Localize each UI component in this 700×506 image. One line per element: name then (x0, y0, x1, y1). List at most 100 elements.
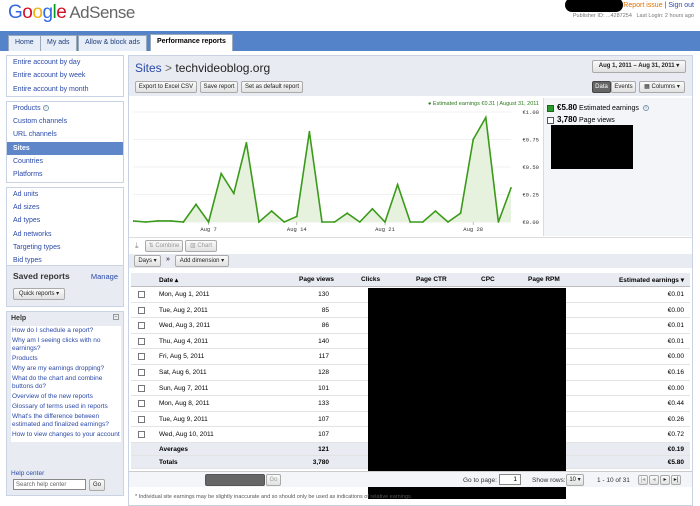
export-csv-button[interactable]: Export to Excel CSV (135, 81, 197, 93)
product-name: AdSense (69, 3, 135, 22)
earnings-chart[interactable]: €1.00 €0.75 €0.50 €0.25 €0.00 Aug 7 Aug 14 Aug … (133, 98, 543, 236)
sidebar-item-entire-account-month[interactable]: Entire account by month (7, 83, 123, 96)
sidebar-item-countries[interactable]: Countries (7, 155, 123, 168)
y-tick-label: €0.25 (522, 192, 539, 199)
save-report-button[interactable]: Save report (200, 81, 238, 93)
rows-per-page-dropdown[interactable]: 10 ▾ (566, 474, 584, 486)
manage-link[interactable]: Manage (91, 272, 118, 281)
row-checkbox[interactable] (138, 431, 145, 439)
help-link[interactable]: What's the difference between estimated … (12, 413, 120, 429)
cell-earnings: €0.16 (667, 368, 684, 376)
breadcrumb-separator: > (165, 61, 173, 75)
redaction-mark (368, 288, 566, 499)
tab-home[interactable]: Home (8, 35, 41, 51)
page-number-input[interactable]: 1 (499, 474, 521, 485)
sidebar-item-url-channels[interactable]: URL channels (7, 128, 123, 141)
show-rows-label: Show rows: (532, 477, 566, 484)
columns-dropdown[interactable]: ▦ Columns ▾ (639, 81, 685, 93)
data-point (258, 221, 260, 223)
sidebar-item-products[interactable]: Products? (7, 102, 123, 115)
sign-out-link[interactable]: Sign out (668, 2, 694, 9)
report-issue-link[interactable]: Report issue (623, 2, 662, 9)
help-link[interactable]: Glossary of terms used in reports (12, 403, 120, 411)
last-page-icon[interactable]: ▸| (671, 475, 681, 485)
column-header-cpc[interactable]: CPC (481, 276, 495, 283)
data-point (220, 172, 223, 175)
chevron-down-icon: ▾ (676, 84, 680, 90)
column-header-date[interactable]: Date ▴ (159, 276, 178, 284)
chart-type-icon: ⤓ (135, 241, 139, 250)
help-go-button[interactable]: Go (89, 479, 105, 491)
breadcrumb-sites[interactable]: Sites (135, 61, 162, 75)
cell-page-views: 101 (318, 384, 329, 392)
sidebar-item-sites[interactable]: Sites (7, 141, 123, 156)
set-default-report-button[interactable]: Set as default report (241, 81, 303, 93)
sidebar-item-ad-units[interactable]: Ad units (7, 188, 123, 201)
checkbox-checked-icon[interactable] (547, 104, 554, 112)
help-link[interactable]: Why am I seeing clicks with no earnings? (12, 337, 120, 353)
sidebar-item-ad-sizes[interactable]: Ad sizes (7, 201, 123, 214)
chart-button[interactable]: ▥ Chart (185, 240, 217, 252)
events-toggle-button[interactable]: Events (611, 81, 636, 93)
help-link[interactable]: Overview of the new reports (12, 393, 120, 401)
collapse-icon[interactable]: − (113, 314, 119, 320)
column-header-clicks[interactable]: Clicks (361, 276, 380, 283)
chevron-down-icon: ▾ (56, 291, 60, 297)
checkbox-icon[interactable] (547, 116, 554, 124)
row-checkbox[interactable] (138, 322, 145, 330)
row-checkbox[interactable] (138, 384, 145, 392)
row-checkbox[interactable] (138, 291, 145, 298)
add-dimension-dropdown[interactable]: Add dimension ▾ (175, 255, 229, 267)
cell-earnings: €0.01 (667, 291, 684, 298)
sidebar-group-account: Entire account by day Entire account by … (6, 55, 124, 97)
sidebar-item-ad-types[interactable]: Ad types (7, 214, 123, 227)
date-range-dropdown[interactable]: Aug 1, 2011 – Aug 31, 2011 ▾ (592, 60, 686, 73)
top-links: Report issue | Sign out (623, 2, 694, 9)
column-header-page-views[interactable]: Page views (299, 276, 334, 283)
data-point (396, 183, 399, 186)
help-link[interactable]: Products (12, 355, 120, 363)
adsense-logo[interactable]: Google AdSense (8, 2, 135, 24)
sidebar-item-targeting-types[interactable]: Targeting types (7, 241, 123, 254)
help-center-link[interactable]: Help center (11, 470, 44, 477)
data-toggle-button[interactable]: Data (592, 81, 611, 93)
row-checkbox[interactable] (138, 337, 145, 345)
help-icon[interactable]: ? (42, 105, 49, 112)
days-dropdown[interactable]: Days ▾ (134, 255, 161, 267)
y-tick-label: €1.00 (522, 109, 539, 116)
row-checkbox[interactable] (138, 368, 145, 376)
help-link[interactable]: How do I schedule a report? (12, 327, 120, 335)
first-page-icon[interactable]: |◂ (638, 475, 648, 485)
help-search-input[interactable]: Search help center (13, 479, 86, 490)
column-header-page-ctr[interactable]: Page CTR (416, 276, 447, 283)
help-panel: Help − How do I schedule a report? Why a… (6, 311, 124, 496)
sidebar-item-custom-channels[interactable]: Custom channels (7, 115, 123, 128)
sidebar-item-ad-networks[interactable]: Ad networks (7, 228, 123, 241)
row-checkbox[interactable] (138, 306, 145, 314)
row-checkbox[interactable] (138, 400, 145, 408)
quick-reports-dropdown[interactable]: Quick reports ▾ (13, 288, 65, 300)
series-line (133, 115, 512, 224)
sidebar-item-platforms[interactable]: Platforms (7, 168, 123, 181)
prev-page-icon[interactable]: ◂ (649, 475, 659, 485)
tab-my-ads[interactable]: My ads (40, 35, 77, 51)
row-checkbox[interactable] (138, 415, 145, 423)
next-page-icon[interactable]: ▸ (660, 475, 670, 485)
row-checkbox[interactable] (138, 353, 145, 361)
help-link[interactable]: How to view changes to your account (12, 431, 120, 439)
sidebar-item-entire-account-day[interactable]: Entire account by day (7, 56, 123, 69)
data-point (308, 130, 311, 133)
publisher-line: Publisher ID: ...4287254 Last Login: 2 h… (572, 13, 694, 19)
tab-allow-block-ads[interactable]: Allow & block ads (78, 35, 147, 51)
column-header-estimated-earnings[interactable]: Estimated earnings ▾ (619, 276, 684, 284)
help-icon[interactable]: ? (642, 105, 649, 112)
help-link[interactable]: Why are my earnings dropping? (12, 365, 120, 373)
combine-button[interactable]: ⇅ Combine (145, 240, 183, 252)
data-point (510, 187, 512, 189)
legend-earnings[interactable]: €5.80 Estimated earnings ? (547, 103, 649, 112)
tab-performance-reports[interactable]: Performance reports (150, 34, 233, 51)
sidebar-item-entire-account-week[interactable]: Entire account by week (7, 69, 123, 82)
help-link[interactable]: What do the chart and combine buttons do… (12, 375, 120, 391)
column-header-page-rpm[interactable]: Page RPM (528, 276, 560, 283)
legend-pageviews[interactable]: 3,780 Page views (547, 115, 615, 124)
